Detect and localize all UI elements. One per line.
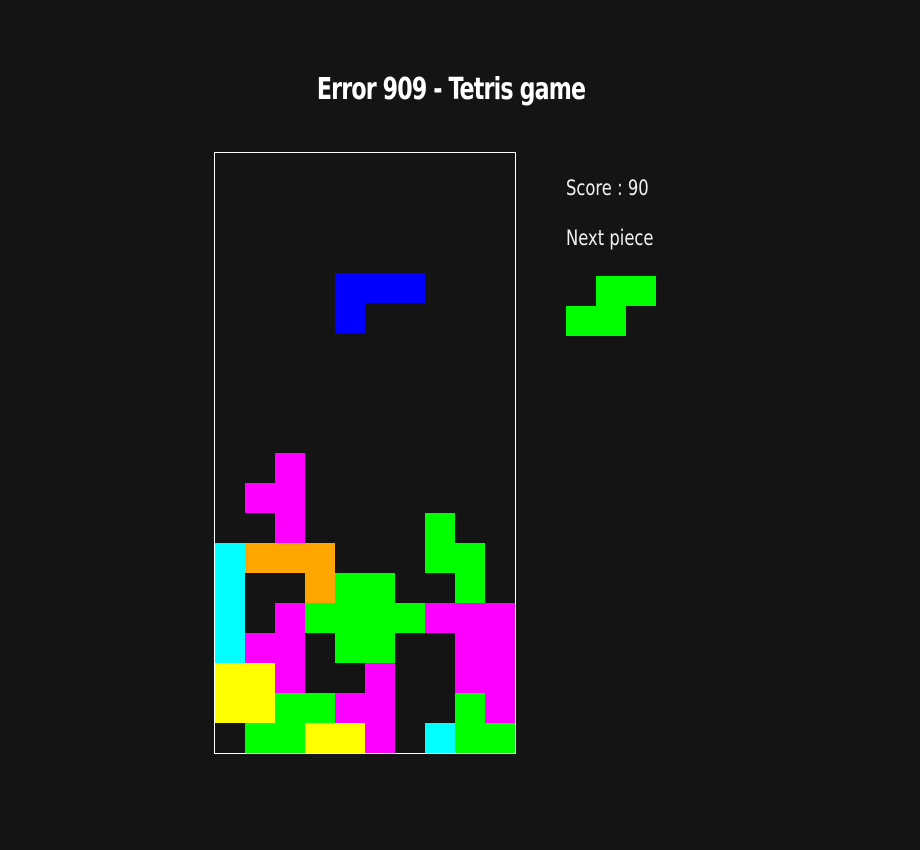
locked-block <box>215 603 245 633</box>
locked-block <box>275 663 305 693</box>
locked-block <box>365 603 395 633</box>
locked-block <box>425 723 455 753</box>
locked-block <box>425 513 455 543</box>
score-value: 90 <box>627 176 649 200</box>
locked-block <box>215 663 245 693</box>
locked-block <box>275 693 305 723</box>
locked-block <box>365 573 395 603</box>
locked-block <box>245 483 275 513</box>
locked-block <box>245 633 275 663</box>
locked-block <box>245 693 275 723</box>
locked-block <box>335 723 365 753</box>
locked-block <box>425 603 455 633</box>
locked-block <box>455 663 485 693</box>
falling-piece-block <box>335 303 365 333</box>
locked-block <box>485 693 515 723</box>
locked-block <box>275 603 305 633</box>
locked-block <box>425 543 455 573</box>
next-piece-block <box>596 276 626 306</box>
locked-block <box>275 543 305 573</box>
locked-block <box>305 543 335 573</box>
locked-block <box>215 693 245 723</box>
locked-block <box>455 603 485 633</box>
locked-block <box>365 693 395 723</box>
next-piece-block <box>626 276 656 306</box>
board-grid <box>215 153 515 753</box>
next-piece-block <box>566 306 596 336</box>
locked-block <box>485 603 515 633</box>
locked-block <box>335 603 365 633</box>
falling-piece-block <box>335 273 365 303</box>
game-title: Error 909 - Tetris game <box>316 72 586 107</box>
locked-block <box>245 663 275 693</box>
locked-block <box>395 603 425 633</box>
locked-block <box>275 453 305 483</box>
locked-block <box>455 543 485 573</box>
falling-piece-block <box>365 273 395 303</box>
locked-block <box>455 633 485 663</box>
locked-block <box>485 663 515 693</box>
locked-block <box>485 633 515 663</box>
locked-block <box>245 723 275 753</box>
locked-block <box>275 513 305 543</box>
locked-block <box>275 483 305 513</box>
locked-block <box>215 543 245 573</box>
side-panel: Score : 90 Next piece <box>566 176 766 336</box>
locked-block <box>215 633 245 663</box>
locked-block <box>215 573 245 603</box>
next-piece-label: Next piece <box>566 226 654 250</box>
locked-block <box>485 723 515 753</box>
falling-piece-block <box>395 273 425 303</box>
locked-block <box>335 693 365 723</box>
locked-block <box>275 723 305 753</box>
locked-block <box>305 693 335 723</box>
locked-block <box>455 573 485 603</box>
locked-block <box>335 573 365 603</box>
score-label: Score : <box>566 176 623 200</box>
locked-block <box>305 723 335 753</box>
next-piece-block <box>596 306 626 336</box>
score-display: Score : 90 <box>566 176 722 204</box>
locked-block <box>455 693 485 723</box>
locked-block <box>275 633 305 663</box>
locked-block <box>305 573 335 603</box>
locked-block <box>305 603 335 633</box>
locked-block <box>245 543 275 573</box>
game-board[interactable] <box>214 152 516 754</box>
locked-block <box>365 723 395 753</box>
next-piece-preview <box>566 276 656 336</box>
locked-block <box>335 633 365 663</box>
locked-block <box>365 663 395 693</box>
locked-block <box>365 633 395 663</box>
locked-block <box>455 723 485 753</box>
